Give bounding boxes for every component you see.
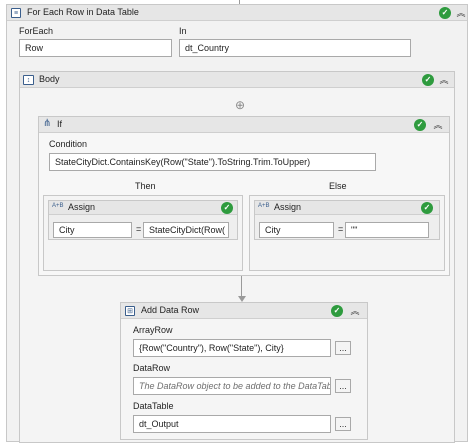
else-assign-valid-icon: ✓ <box>421 202 433 214</box>
then-assign-activity[interactable]: A+B Assign ✓ City = StateCityDict(Row( <box>48 200 238 240</box>
assign-icon: A+B <box>52 203 64 209</box>
foreach-label: ForEach <box>19 26 54 36</box>
else-assign-equals: = <box>338 224 344 234</box>
foreach-valid-icon: ✓ <box>439 7 451 19</box>
add-data-row-collapse-icon[interactable]: ︽ <box>349 305 361 317</box>
arrayrow-label: ArrayRow <box>133 325 173 335</box>
then-assign-valid-icon: ✓ <box>221 202 233 214</box>
add-data-row-activity[interactable]: ⊞ Add Data Row ✓ ︽ ArrayRow {Row("Countr… <box>120 302 368 440</box>
in-datatable-field[interactable]: dt_Country <box>179 39 411 57</box>
if-activity[interactable]: ⋔ If ✓ ︽ Condition StateCityDict.Contain… <box>38 116 450 276</box>
body-title: Body <box>39 74 60 84</box>
if-header[interactable]: ⋔ If ✓ ︽ <box>39 117 449 133</box>
datatable-label: DataTable <box>133 401 174 411</box>
condition-label: Condition <box>49 139 88 149</box>
foreach-collapse-icon[interactable]: ︽ <box>455 7 467 19</box>
add-data-row-valid-icon: ✓ <box>331 305 343 317</box>
foreach-activity[interactable]: ≡ For Each Row in Data Table ✓ ︽ ForEach… <box>6 4 468 443</box>
then-assign-title: Assign <box>68 202 96 212</box>
then-label: Then <box>135 181 156 191</box>
in-label: In <box>179 26 187 36</box>
body-sequence[interactable]: ↕ Body ✓ ︽ ⊕ ⋔ If ✓ ︽ Condition StateCit… <box>19 71 455 443</box>
else-assign-activity[interactable]: A+B Assign ✓ City = "" <box>254 200 440 240</box>
if-collapse-icon[interactable]: ︽ <box>432 119 444 131</box>
body-collapse-icon[interactable]: ︽ <box>438 74 450 86</box>
datatable-browse-button[interactable]: ... <box>335 417 351 431</box>
if-branch-icon: ⋔ <box>43 118 52 129</box>
body-header[interactable]: ↕ Body ✓ ︽ <box>20 72 454 88</box>
else-branch[interactable]: A+B Assign ✓ City = "" <box>249 195 445 271</box>
foreach-variable-field[interactable]: Row <box>19 39 172 57</box>
if-valid-icon: ✓ <box>414 119 426 131</box>
add-activity-icon[interactable]: ⊕ <box>235 99 245 111</box>
then-assign-header[interactable]: A+B Assign ✓ <box>49 201 237 215</box>
datatable-field[interactable]: dt_Output <box>133 415 331 433</box>
then-assign-value-field[interactable]: StateCityDict(Row( <box>143 222 229 238</box>
else-assign-to-field[interactable]: City <box>259 222 334 238</box>
condition-field[interactable]: StateCityDict.ContainsKey(Row("State").T… <box>49 153 376 171</box>
arrayrow-browse-button[interactable]: ... <box>335 341 351 355</box>
then-branch[interactable]: A+B Assign ✓ City = StateCityDict(Row( <box>43 195 243 271</box>
add-data-row-header[interactable]: ⊞ Add Data Row ✓ ︽ <box>121 303 367 319</box>
arrayrow-field[interactable]: {Row("Country"), Row("State"), City} <box>133 339 331 357</box>
else-assign-title: Assign <box>274 202 302 212</box>
datarow-browse-button[interactable]: ... <box>335 379 351 393</box>
else-label: Else <box>329 181 347 191</box>
if-title: If <box>57 119 63 129</box>
else-assign-value-field[interactable]: "" <box>345 222 429 238</box>
datarow-label: DataRow <box>133 363 171 373</box>
table-icon: ⊞ <box>125 306 135 316</box>
else-assign-header[interactable]: A+B Assign ✓ <box>255 201 439 215</box>
flow-connector <box>241 276 242 298</box>
then-assign-equals: = <box>136 224 142 234</box>
then-assign-to-field[interactable]: City <box>53 222 132 238</box>
foreach-icon: ≡ <box>11 8 21 18</box>
sequence-icon: ↕ <box>23 75 34 85</box>
add-data-row-title: Add Data Row <box>141 305 200 315</box>
assign-icon: A+B <box>258 203 270 209</box>
foreach-title: For Each Row in Data Table <box>27 7 139 17</box>
datarow-field[interactable]: The DataRow object to be added to the Da… <box>133 377 331 395</box>
body-valid-icon: ✓ <box>422 74 434 86</box>
foreach-header[interactable]: ≡ For Each Row in Data Table ✓ ︽ <box>7 5 467 21</box>
